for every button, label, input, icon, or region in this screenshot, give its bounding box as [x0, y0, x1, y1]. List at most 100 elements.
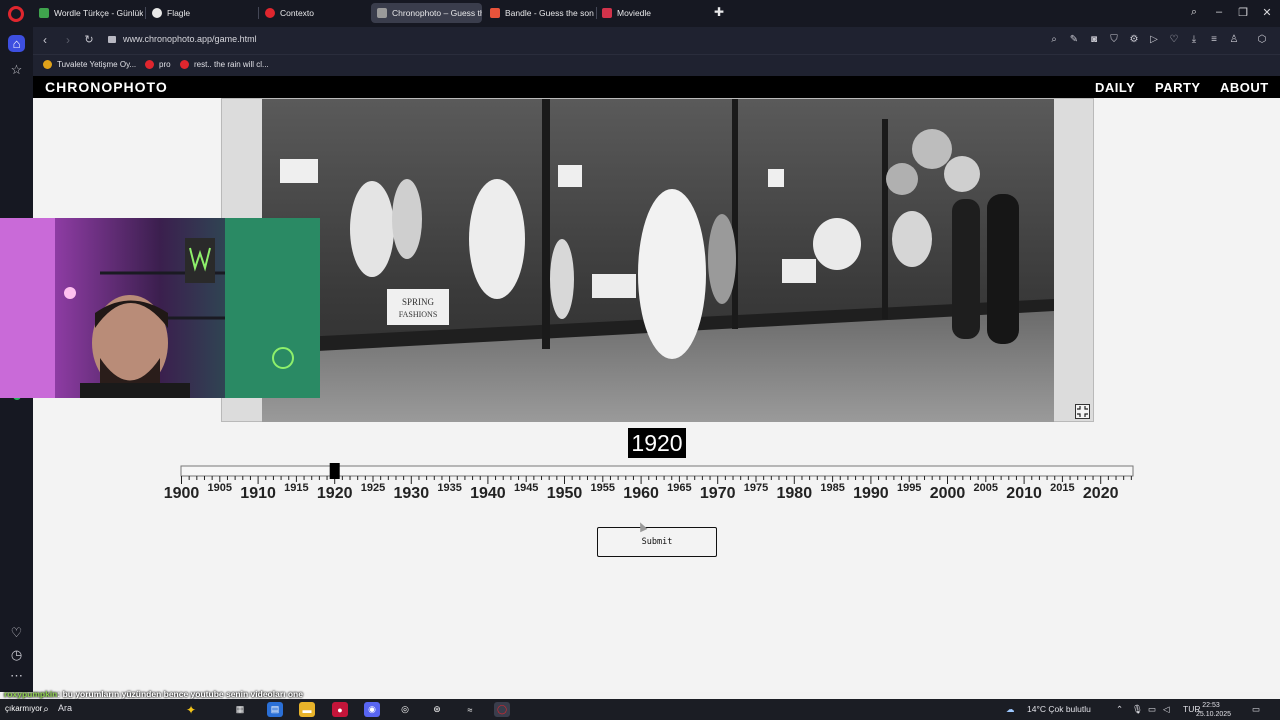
- heart-icon[interactable]: ♡: [8, 624, 25, 641]
- extension-icon[interactable]: ⚙: [1127, 34, 1141, 45]
- slider-year-labels: 1900 1910 1920 1930 1940 1950 1960 1970 1980 1990…: [164, 482, 1119, 502]
- home-icon[interactable]: ⌂: [8, 35, 25, 52]
- slider-thumb[interactable]: [329, 463, 340, 479]
- discord-icon[interactable]: ◉: [364, 702, 380, 717]
- forward-arrow-icon[interactable]: ›: [61, 33, 75, 47]
- edit-icon[interactable]: ✎: [1067, 34, 1081, 45]
- clock-time: 22:53: [1202, 702, 1220, 709]
- slider-year-label: 1945: [514, 482, 538, 494]
- obs-icon[interactable]: ◎: [397, 702, 413, 717]
- nav-about-link[interactable]: ABOUT: [1220, 80, 1269, 95]
- minimize-icon[interactable]: –: [1212, 6, 1226, 18]
- slider-track[interactable]: [180, 465, 1134, 477]
- tab-label: Moviedle: [617, 8, 652, 18]
- bookmark-item[interactable]: Tuvalete Yetişme Oy...: [43, 60, 136, 69]
- app-icon[interactable]: ▤: [267, 702, 283, 717]
- task-view-icon[interactable]: ▦: [232, 702, 248, 717]
- wave-app-icon[interactable]: ≈: [462, 702, 478, 717]
- exit-fullscreen-icon[interactable]: [1075, 404, 1090, 419]
- tab-search-icon[interactable]: ⌕: [1187, 6, 1201, 19]
- submit-button[interactable]: Submit: [597, 527, 717, 557]
- profile-icon[interactable]: ♙: [1227, 34, 1241, 45]
- stream-chat-message: roxypumpkin: bu yorumların yüzünden benc…: [4, 689, 303, 699]
- settings-cube-icon[interactable]: ⬡: [1255, 34, 1269, 45]
- site-logo[interactable]: CHRONOPHOTO: [45, 79, 168, 95]
- heart-outline-icon[interactable]: ♡: [1167, 34, 1181, 45]
- tab-label: Flagle: [167, 8, 191, 18]
- slider-year-label: 2000: [930, 485, 966, 502]
- chat-username: roxypumpkin: [4, 689, 58, 699]
- microphone-icon[interactable]: 🎙: [1132, 704, 1143, 715]
- contexto-favicon-icon: [265, 8, 275, 18]
- tab-contexto[interactable]: Contexto: [259, 3, 369, 23]
- opera-logo-icon[interactable]: [8, 6, 24, 22]
- tab-label: Bandle - Guess the song,: [505, 8, 594, 18]
- slider-year-label: 1925: [361, 482, 385, 494]
- tab-label: Chronophoto – Guess the: [392, 8, 482, 18]
- url-field[interactable]: www.chronophoto.app/game.html: [123, 34, 257, 44]
- bookmark-label: pro: [159, 60, 171, 69]
- slider-year-label: 1905: [208, 482, 232, 494]
- slider-year-label: 2020: [1083, 485, 1119, 502]
- opera-taskbar-icon[interactable]: ◯: [494, 702, 510, 717]
- bookmark-item[interactable]: rest.. the rain will cl...: [180, 60, 269, 69]
- app-red-icon[interactable]: ●: [332, 702, 348, 717]
- play-icon[interactable]: ▷: [1147, 34, 1161, 45]
- notification-icon[interactable]: ▭: [1252, 704, 1260, 715]
- start-label: çıkarmıyor: [5, 704, 43, 713]
- tab-chronophoto[interactable]: Chronophoto – Guess the: [371, 3, 482, 23]
- tray-chevron-up-icon[interactable]: ⌃: [1116, 704, 1123, 715]
- tab-moviedle[interactable]: Moviedle: [596, 3, 708, 23]
- youtube-icon: [180, 60, 189, 69]
- tab-label: Contexto: [280, 8, 315, 18]
- shield-icon[interactable]: ⛉: [1107, 34, 1121, 45]
- tab-bandle[interactable]: Bandle - Guess the song,: [484, 3, 594, 23]
- site-header: CHRONOPHOTO DAILY PARTY ABOUT: [33, 76, 1280, 98]
- slider-year-label: 1940: [470, 485, 506, 502]
- photo-sign-spring: SPRING: [402, 297, 435, 307]
- year-slider[interactable]: 1900 1910 1920 1930 1940 1950 1960 1970 1980 1990…: [33, 458, 1280, 518]
- slider-year-label: 2015: [1050, 482, 1074, 494]
- tab-flagle[interactable]: Flagle: [146, 3, 256, 23]
- slider-year-label: 1930: [394, 485, 430, 502]
- clock-date: 25.10.2025: [1196, 711, 1232, 718]
- slider-year-label: 1920: [317, 485, 353, 502]
- system-clock[interactable]: 22:53 25.10.2025: [1196, 701, 1232, 719]
- slider-year-label: 1970: [700, 485, 736, 502]
- bookmark-item[interactable]: pro: [145, 60, 171, 69]
- nav-daily-link[interactable]: DAILY: [1095, 80, 1135, 95]
- back-arrow-icon[interactable]: ‹: [38, 33, 52, 47]
- taskbar-search-label[interactable]: Ara: [58, 703, 72, 713]
- tab-bar: Wordle Türkçe - Günlük K Flagle Contexto…: [0, 0, 1280, 27]
- more-dots-icon[interactable]: ⋯: [8, 667, 25, 684]
- file-explorer-icon[interactable]: ▬: [299, 702, 315, 717]
- streamer-webcam: [0, 218, 320, 398]
- close-icon[interactable]: ✕: [1260, 6, 1274, 19]
- bookmark-star-icon[interactable]: ☆: [8, 61, 25, 78]
- tab-wordle[interactable]: Wordle Türkçe - Günlük K: [33, 3, 143, 23]
- search-icon[interactable]: ⌕: [1047, 34, 1061, 45]
- reload-icon[interactable]: ↻: [82, 33, 96, 46]
- history-clock-icon[interactable]: ◷: [8, 646, 25, 663]
- bandle-favicon-icon: [490, 8, 500, 18]
- lock-icon: [108, 36, 116, 43]
- slider-year-label: 1985: [820, 482, 844, 494]
- menu-icon[interactable]: ≡: [1207, 34, 1221, 45]
- network-icon[interactable]: ▭: [1148, 704, 1156, 715]
- steam-icon[interactable]: ⊛: [429, 702, 445, 717]
- weather-cloud-icon: ☁: [1006, 704, 1015, 714]
- weather-text[interactable]: 14°C Çok bulutlu: [1027, 704, 1091, 714]
- flagle-favicon-icon: [152, 8, 162, 18]
- slider-year-label: 1995: [897, 482, 921, 494]
- new-tab-plus-icon[interactable]: ✚: [712, 5, 726, 19]
- restore-icon[interactable]: ❐: [1236, 6, 1250, 19]
- download-icon[interactable]: ⤓: [1187, 34, 1201, 45]
- sparkle-icon[interactable]: ✦: [183, 702, 199, 717]
- volume-icon[interactable]: ◁: [1163, 704, 1170, 715]
- slider-year-label: 1955: [591, 482, 615, 494]
- slider-year-label: 1915: [284, 482, 308, 494]
- camera-icon[interactable]: ◙: [1087, 34, 1101, 45]
- slider-year-label: 1950: [547, 485, 583, 502]
- search-icon[interactable]: ⌕: [38, 702, 54, 717]
- nav-party-link[interactable]: PARTY: [1155, 80, 1201, 95]
